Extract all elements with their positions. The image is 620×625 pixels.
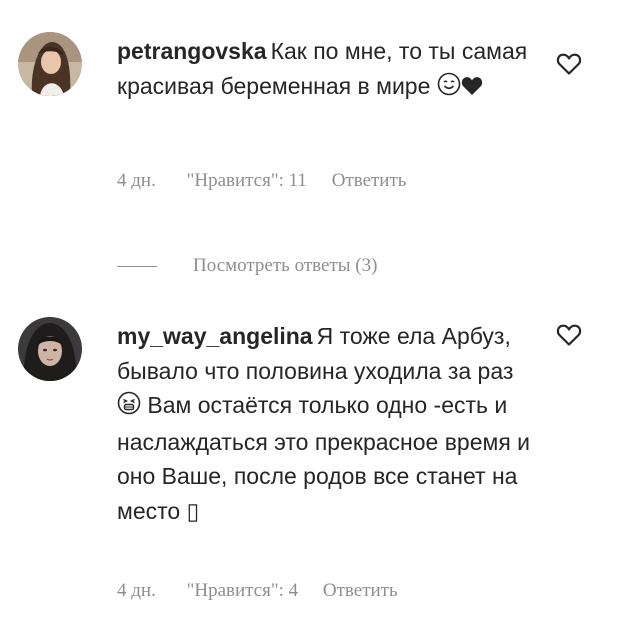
comment-likes-count[interactable]: "Нравится": 4 xyxy=(187,580,299,602)
view-replies-button[interactable]: Посмотреть ответы (3) xyxy=(117,255,377,277)
black-heart-emoji-icon xyxy=(461,71,483,106)
comment-time[interactable]: 4 дн. xyxy=(117,580,156,602)
comment-username[interactable]: petrangovska xyxy=(117,38,267,64)
reply-button[interactable]: Ответить xyxy=(323,580,398,602)
heart-outline-icon[interactable] xyxy=(556,52,582,76)
view-replies-label: Посмотреть ответы (3) xyxy=(193,255,378,276)
avatar[interactable] xyxy=(18,32,82,96)
comment-text-continued: Вам остаётся только одно -есть и наслажд… xyxy=(117,392,531,524)
tired-face-emoji-icon xyxy=(117,390,141,425)
heart-outline-icon[interactable] xyxy=(556,323,582,347)
missing-glyph: ▯ xyxy=(186,497,200,524)
comment-time[interactable]: 4 дн. xyxy=(117,170,156,192)
avatar-image xyxy=(18,317,82,381)
comment-username[interactable]: my_way_angelina xyxy=(117,323,313,349)
smiling-face-emoji-icon xyxy=(437,71,461,106)
divider-line xyxy=(117,266,157,268)
avatar-image xyxy=(18,32,82,96)
comment-body: petrangovska Как по мне, то ты самая крас… xyxy=(117,34,542,105)
comment-meta: 4 дн. "Нравится": 4 Ответить xyxy=(117,580,398,602)
comment-likes-count[interactable]: "Нравится": 11 xyxy=(187,170,307,192)
comment-meta: 4 дн. "Нравится": 11 Ответить xyxy=(117,170,406,192)
comment-body: my_way_angelina Я тоже ела Арбуз, бывало … xyxy=(117,319,542,528)
avatar[interactable] xyxy=(18,317,82,381)
reply-button[interactable]: Ответить xyxy=(332,170,407,192)
